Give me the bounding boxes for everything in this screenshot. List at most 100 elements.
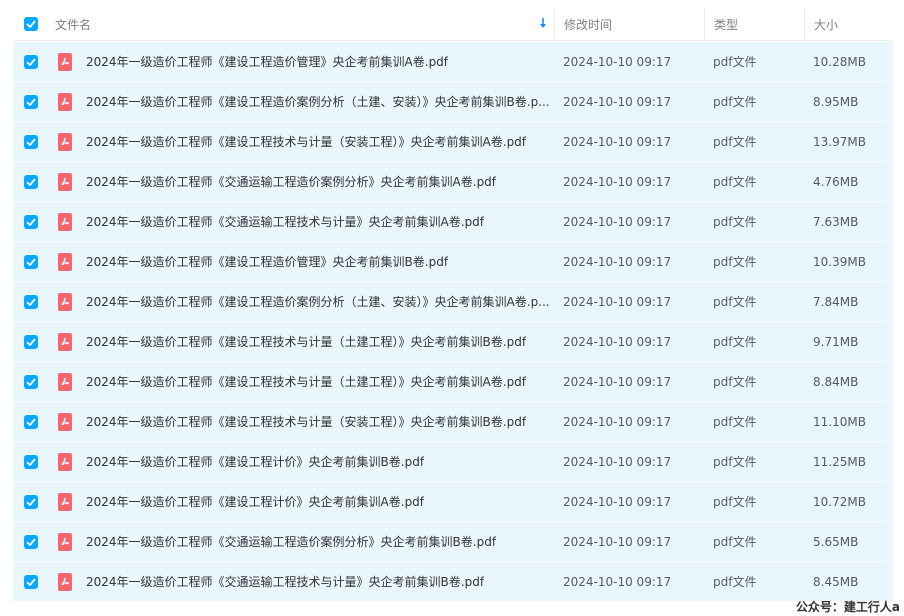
file-row[interactable]: 2024年一级造价工程师《交通运输工程技术与计量》央企考前集训B卷.pdf 202… [13, 562, 893, 601]
file-name[interactable]: 2024年一级造价工程师《交通运输工程造价案例分析》央企考前集训A卷.pdf [86, 173, 496, 190]
row-name-cell: 2024年一级造价工程师《建设工程计价》央企考前集训B卷.pdf [49, 442, 554, 481]
row-name-cell: 2024年一级造价工程师《建设工程造价案例分析（土建、安装）》央企考前集训A卷.… [49, 282, 554, 321]
row-checkbox[interactable] [24, 534, 38, 549]
file-type: pdf文件 [713, 215, 757, 229]
check-icon [26, 217, 36, 226]
select-all-checkbox[interactable] [24, 17, 38, 31]
row-checkbox[interactable] [24, 334, 38, 349]
pdf-file-icon [58, 212, 72, 231]
file-type: pdf文件 [713, 135, 757, 149]
file-type: pdf文件 [713, 455, 757, 469]
check-icon [26, 337, 36, 346]
row-checkbox[interactable] [24, 454, 38, 469]
file-type: pdf文件 [713, 495, 757, 509]
file-modified-time: 2024-10-10 09:17 [563, 254, 672, 269]
file-modified-time: 2024-10-10 09:17 [563, 454, 672, 469]
check-icon [26, 417, 36, 426]
column-header-size[interactable]: 大小 [804, 8, 893, 40]
check-icon [26, 97, 36, 106]
row-name-cell: 2024年一级造价工程师《建设工程计价》央企考前集训A卷.pdf [49, 482, 554, 521]
row-check-cell [13, 322, 49, 361]
row-checkbox[interactable] [24, 494, 38, 509]
file-row[interactable]: 2024年一级造价工程师《交通运输工程造价案例分析》央企考前集训A卷.pdf 20… [13, 162, 893, 201]
row-check-cell [13, 242, 49, 281]
file-name[interactable]: 2024年一级造价工程师《建设工程技术与计量（土建工程）》央企考前集训A卷.pd… [86, 373, 526, 390]
file-name[interactable]: 2024年一级造价工程师《建设工程造价管理》央企考前集训A卷.pdf [86, 53, 448, 70]
file-list-header: 文件名 修改时间 类型 大小 [13, 8, 893, 41]
column-header-modified[interactable]: 修改时间 [554, 8, 704, 40]
check-icon [26, 297, 36, 306]
check-icon [26, 20, 36, 28]
file-row[interactable]: 2024年一级造价工程师《建设工程造价管理》央企考前集训B卷.pdf 2024-1… [13, 242, 893, 281]
pdf-file-icon [58, 332, 72, 351]
column-header-name[interactable]: 文件名 [49, 8, 554, 40]
file-row[interactable]: 2024年一级造价工程师《建设工程技术与计量（安装工程）》央企考前集训A卷.pd… [13, 122, 893, 161]
check-icon [26, 457, 36, 466]
file-name[interactable]: 2024年一级造价工程师《交通运输工程造价案例分析》央企考前集训B卷.pdf [86, 533, 496, 550]
file-name[interactable]: 2024年一级造价工程师《建设工程技术与计量（安装工程）》央企考前集训B卷.pd… [86, 413, 526, 430]
file-row[interactable]: 2024年一级造价工程师《建设工程造价案例分析（土建、安装）》央企考前集训B卷.… [13, 82, 893, 121]
file-size: 9.71MB [813, 334, 859, 349]
file-size: 11.10MB [813, 414, 866, 429]
file-size: 8.95MB [813, 94, 859, 109]
file-row[interactable]: 2024年一级造价工程师《建设工程技术与计量（安装工程）》央企考前集训B卷.pd… [13, 402, 893, 441]
pdf-file-icon [58, 532, 72, 551]
row-checkbox[interactable] [24, 294, 38, 309]
row-checkbox[interactable] [24, 414, 38, 429]
file-row[interactable]: 2024年一级造价工程师《交通运输工程造价案例分析》央企考前集训B卷.pdf 20… [13, 522, 893, 561]
file-rows: 2024年一级造价工程师《建设工程造价管理》央企考前集训A卷.pdf 2024-1… [13, 42, 893, 601]
file-name[interactable]: 2024年一级造价工程师《交通运输工程技术与计量》央企考前集训A卷.pdf [86, 213, 484, 230]
row-check-cell [13, 122, 49, 161]
row-name-cell: 2024年一级造价工程师《交通运输工程造价案例分析》央企考前集训B卷.pdf [49, 522, 554, 561]
row-checkbox[interactable] [24, 134, 38, 149]
pdf-file-icon [58, 132, 72, 151]
row-checkbox[interactable] [24, 254, 38, 269]
file-name[interactable]: 2024年一级造价工程师《建设工程计价》央企考前集训A卷.pdf [86, 493, 424, 510]
row-checkbox[interactable] [24, 54, 38, 69]
file-row[interactable]: 2024年一级造价工程师《建设工程计价》央企考前集训A卷.pdf 2024-10-… [13, 482, 893, 521]
file-modified-time: 2024-10-10 09:17 [563, 414, 672, 429]
file-modified-time: 2024-10-10 09:17 [563, 534, 672, 549]
file-name[interactable]: 2024年一级造价工程师《建设工程技术与计量（土建工程）》央企考前集训B卷.pd… [86, 333, 526, 350]
row-check-cell [13, 202, 49, 241]
file-row[interactable]: 2024年一级造价工程师《建设工程造价管理》央企考前集训A卷.pdf 2024-1… [13, 42, 893, 81]
row-checkbox[interactable] [24, 214, 38, 229]
file-name[interactable]: 2024年一级造价工程师《建设工程计价》央企考前集训B卷.pdf [86, 453, 424, 470]
file-size: 11.25MB [813, 454, 866, 469]
file-row[interactable]: 2024年一级造价工程师《建设工程技术与计量（土建工程）》央企考前集训A卷.pd… [13, 362, 893, 401]
file-row[interactable]: 2024年一级造价工程师《建设工程技术与计量（土建工程）》央企考前集训B卷.pd… [13, 322, 893, 361]
row-check-cell [13, 562, 49, 601]
file-modified-time: 2024-10-10 09:17 [563, 214, 672, 229]
row-checkbox[interactable] [24, 94, 38, 109]
row-checkbox[interactable] [24, 174, 38, 189]
file-name[interactable]: 2024年一级造价工程师《建设工程造价案例分析（土建、安装）》央企考前集训A卷.… [86, 293, 550, 310]
file-row[interactable]: 2024年一级造价工程师《建设工程计价》央企考前集训B卷.pdf 2024-10-… [13, 442, 893, 481]
file-row[interactable]: 2024年一级造价工程师《建设工程造价案例分析（土建、安装）》央企考前集训A卷.… [13, 282, 893, 321]
file-type: pdf文件 [713, 55, 757, 69]
file-size: 8.84MB [813, 374, 859, 389]
pdf-file-icon [58, 52, 72, 71]
row-checkbox[interactable] [24, 374, 38, 389]
file-modified-time: 2024-10-10 09:17 [563, 174, 672, 189]
select-all-cell [13, 8, 49, 40]
check-icon [26, 537, 36, 546]
row-checkbox[interactable] [24, 574, 38, 589]
file-modified-time: 2024-10-10 09:17 [563, 374, 672, 389]
watermark-text: 公众号：建工行人a [795, 600, 900, 614]
row-check-cell [13, 442, 49, 481]
column-header-modified-label: 修改时间 [564, 17, 613, 32]
file-name[interactable]: 2024年一级造价工程师《建设工程技术与计量（安装工程）》央企考前集训A卷.pd… [86, 133, 526, 150]
file-row[interactable]: 2024年一级造价工程师《交通运输工程技术与计量》央企考前集训A卷.pdf 202… [13, 202, 893, 241]
file-name[interactable]: 2024年一级造价工程师《交通运输工程技术与计量》央企考前集训B卷.pdf [86, 573, 484, 590]
file-name[interactable]: 2024年一级造价工程师《建设工程造价案例分析（土建、安装）》央企考前集训B卷.… [86, 93, 550, 110]
sort-down-arrow-icon[interactable] [538, 15, 548, 31]
row-check-cell [13, 362, 49, 401]
file-name[interactable]: 2024年一级造价工程师《建设工程造价管理》央企考前集训B卷.pdf [86, 253, 448, 270]
row-check-cell [13, 482, 49, 521]
pdf-file-icon [58, 372, 72, 391]
file-size: 7.84MB [813, 294, 859, 309]
file-type: pdf文件 [713, 175, 757, 189]
check-icon [26, 257, 36, 266]
row-check-cell [13, 82, 49, 121]
column-header-type[interactable]: 类型 [704, 8, 804, 40]
